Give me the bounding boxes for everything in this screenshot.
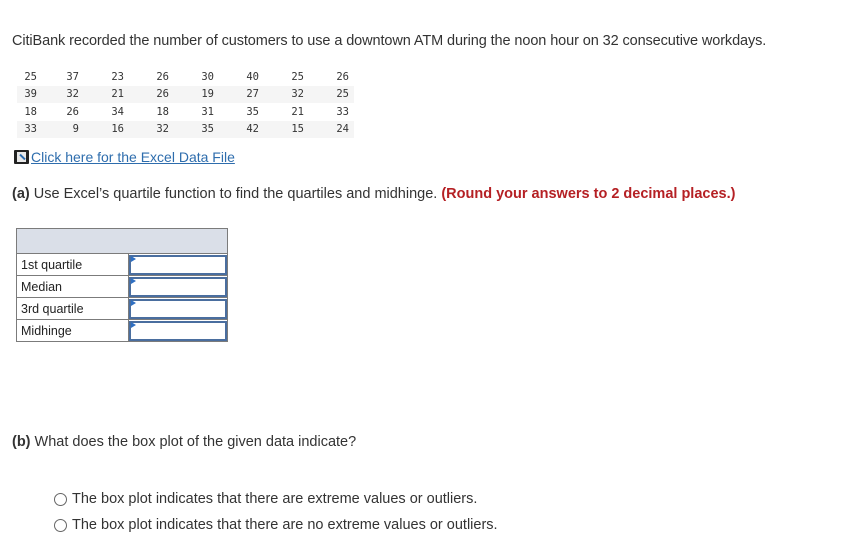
data-row: 25 37 23 26 30 40 25 26 [17,68,354,86]
data-cell: 25 [291,70,304,83]
data-cell: 18 [156,105,169,118]
part-b-text: What does the box plot of the given data… [30,434,357,450]
answer-row-midhinge: Midhinge [16,319,228,342]
median-label: Median [16,275,129,298]
part-b-question: (b) What does the box plot of the given … [12,434,356,450]
excel-data-link[interactable]: Click here for the Excel Data File [31,149,235,165]
radio-button[interactable] [54,492,67,506]
data-table: 25 37 23 26 30 40 25 26 39 32 21 26 19 27 32 25 18 26 34 18… [17,68,354,138]
option-text: The box plot indicates that there are ex… [72,491,478,507]
data-cell: 21 [291,105,304,118]
option-outliers[interactable]: The box plot indicates that there are ex… [54,486,498,512]
midhinge-label: Midhinge [16,319,129,342]
radio-button[interactable] [54,518,67,532]
data-cell: 26 [129,85,174,103]
answer-table-header [16,228,228,254]
data-cell: 24 [309,120,354,138]
data-cell: 21 [84,85,129,103]
third-quartile-label: 3rd quartile [16,297,129,320]
excel-file-icon[interactable] [14,150,29,164]
data-cell: 9 [39,120,84,138]
part-a-label: (a) [12,186,30,202]
data-cell: 35 [246,105,259,118]
third-quartile-input[interactable] [129,298,227,319]
answer-row-median: Median [16,275,228,298]
answer-row-first-quartile: 1st quartile [16,253,228,276]
answer-table: 1st quartile Median 3rd quartile Midhing… [16,228,228,342]
data-cell: 33 [336,105,349,118]
option-no-outliers[interactable]: The box plot indicates that there are no… [54,512,498,538]
data-cell: 34 [111,105,124,118]
data-cell: 26 [156,70,169,83]
data-cell: 25 [24,70,37,83]
first-quartile-label: 1st quartile [16,253,129,276]
data-cell: 26 [336,70,349,83]
data-row: 18 26 34 18 31 35 21 33 [17,103,354,121]
data-cell: 40 [246,70,259,83]
part-a-text: Use Excel’s quartile function to find th… [29,186,442,202]
data-cell: 37 [66,70,79,83]
data-cell: 23 [111,70,124,83]
data-cell: 32 [129,120,174,138]
part-b-label: (b) [12,434,31,450]
data-cell: 39 [17,85,39,103]
first-quartile-input[interactable] [129,254,227,275]
rounding-note: (Round your answers to 2 decimal places.… [441,186,736,202]
option-text: The box plot indicates that there are no… [72,517,498,533]
answer-row-third-quartile: 3rd quartile [16,297,228,320]
data-cell: 33 [17,120,39,138]
input-marker-icon [131,278,136,284]
input-marker-icon [131,300,136,306]
data-cell: 26 [66,105,79,118]
data-cell: 31 [201,105,214,118]
input-marker-icon [131,256,136,262]
part-a-question: (a) Use Excel’s quartile function to fin… [12,186,735,202]
median-input[interactable] [129,276,227,297]
data-cell: 18 [24,105,37,118]
data-cell: 30 [201,70,214,83]
problem-intro: CitiBank recorded the number of customer… [12,33,767,49]
data-cell: 35 [174,120,219,138]
input-marker-icon [131,322,136,328]
data-cell: 19 [174,85,219,103]
data-cell: 25 [309,85,354,103]
data-cell: 15 [264,120,309,138]
part-b-options: The box plot indicates that there are ex… [54,486,498,538]
midhinge-input[interactable] [129,320,227,341]
data-row: 39 32 21 26 19 27 32 25 [17,85,354,103]
data-cell: 32 [264,85,309,103]
data-cell: 27 [219,85,264,103]
data-cell: 16 [84,120,129,138]
data-row: 33 9 16 32 35 42 15 24 [17,120,354,138]
data-cell: 42 [219,120,264,138]
data-cell: 32 [39,85,84,103]
excel-link-container[interactable]: Click here for the Excel Data File [14,149,235,165]
